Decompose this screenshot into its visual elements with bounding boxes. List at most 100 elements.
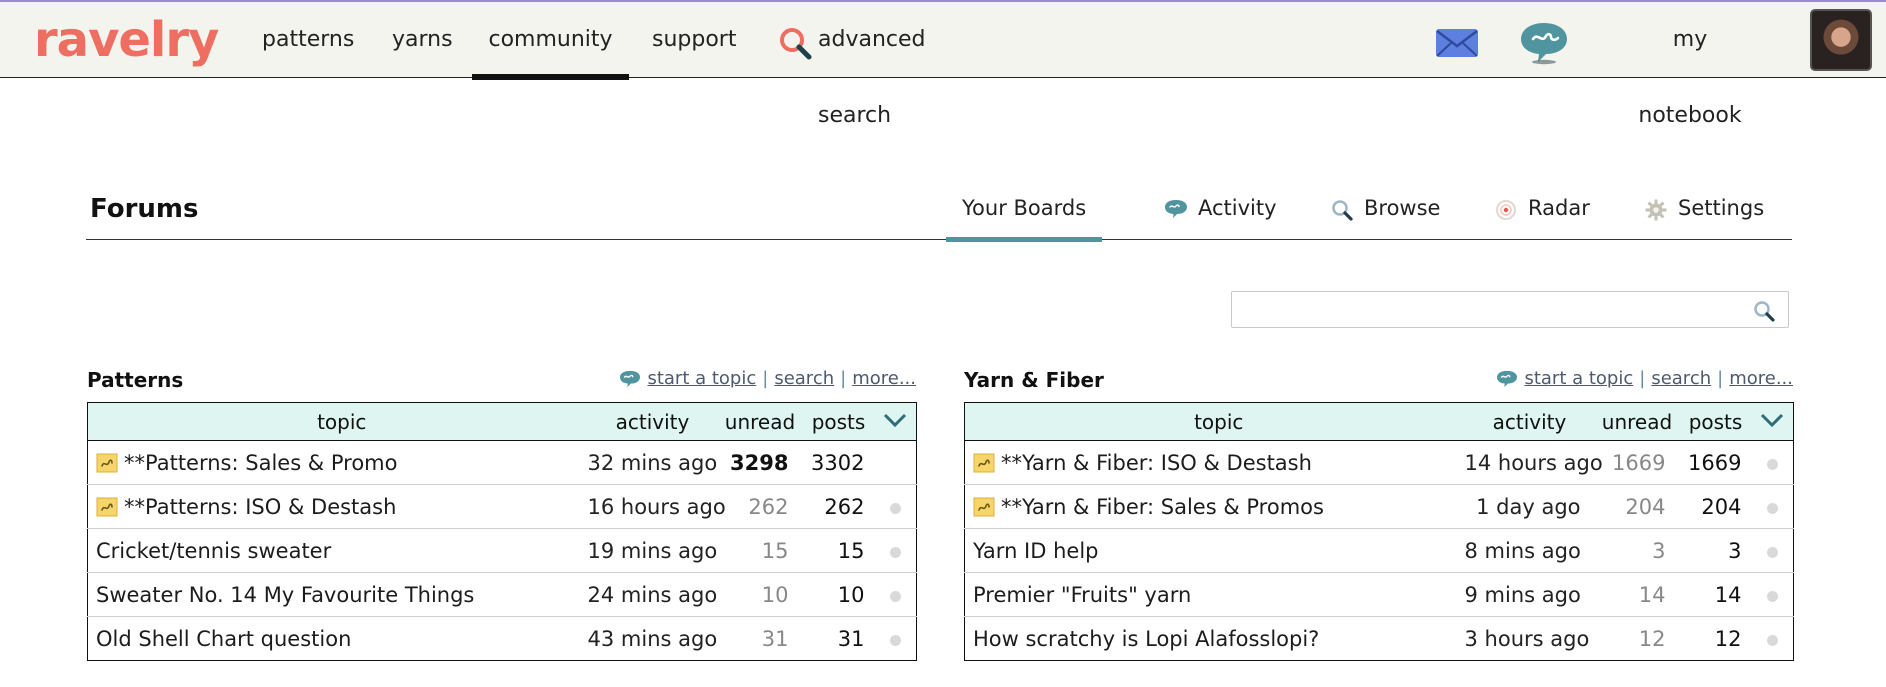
table-row[interactable]: Old Shell Chart question 43 mins ago 31 31 [87,616,917,661]
topic-link[interactable]: Yarn ID help [973,539,1099,563]
unread-count[interactable]: 14 [1594,572,1680,617]
board-title[interactable]: Yarn & Fiber [964,368,1104,392]
read-status-dot[interactable] [1766,546,1778,558]
unread-count[interactable]: 31 [717,616,803,661]
nav-yarns[interactable]: yarns [392,2,453,78]
topic-link[interactable]: Old Shell Chart question [96,627,351,651]
topic-link[interactable]: **Yarn & Fiber: Sales & Promos [1001,495,1324,519]
radar-icon [1496,200,1516,220]
board-header: Yarn & Fiber start a topic | search | more... [964,362,1793,402]
unread-count[interactable]: 262 [717,484,803,529]
forums-header: Forums Your Boards Activity Browse Radar [86,180,1792,242]
forum-chat-icon[interactable] [1518,20,1570,66]
mail-icon[interactable] [1434,26,1480,60]
table-row[interactable]: How scratchy is Lopi Alafosslopi? 3 hours… [964,616,1794,661]
read-marker[interactable] [1751,616,1794,661]
read-status-dot[interactable] [1766,458,1778,470]
sticky-note-icon [973,453,995,472]
read-marker[interactable] [874,572,917,617]
read-marker[interactable] [875,441,917,485]
col-topic-header[interactable]: topic [87,402,588,441]
read-status-dot[interactable] [1766,590,1778,602]
board-search-link[interactable]: search [774,368,834,389]
nav-community[interactable]: community [472,2,629,80]
board-header: Patterns start a topic | search | more... [87,362,916,402]
collapse-toggle[interactable] [1751,402,1794,441]
search-icon[interactable] [1752,299,1776,323]
topic-cell: Premier "Fruits" yarn [964,572,1465,617]
read-marker[interactable] [1751,572,1794,617]
ravelry-logo[interactable]: ravelry [34,10,219,70]
board-title[interactable]: Patterns [87,368,183,392]
forum-search-input[interactable] [1232,292,1732,327]
board-more-link[interactable]: more... [1729,368,1793,389]
unread-count[interactable]: 3298 [718,441,803,485]
unread-count[interactable]: 1669 [1595,441,1680,485]
topic-link[interactable]: Cricket/tennis sweater [96,539,331,563]
read-status-dot[interactable] [1766,502,1778,514]
posts-count: 262 [802,484,875,529]
unread-count[interactable]: 15 [717,528,803,573]
table-row[interactable]: **Yarn & Fiber: ISO & Destash 14 hours ag… [965,441,1794,485]
col-topic-header[interactable]: topic [964,402,1465,441]
search-icon[interactable] [778,26,812,60]
table-row[interactable]: **Patterns: Sales & Promo 32 mins ago 3298… [88,441,917,485]
col-activity-header[interactable]: activity [1464,402,1595,441]
topic-cell: How scratchy is Lopi Alafosslopi? [964,616,1465,661]
nav-support[interactable]: support [652,2,736,78]
nav-patterns[interactable]: patterns [262,2,354,78]
read-marker[interactable] [874,528,917,573]
tab-browse[interactable]: Browse [1330,196,1440,240]
user-avatar[interactable] [1810,9,1872,71]
tab-activity[interactable]: Activity [1164,196,1277,240]
tab-settings[interactable]: Settings [1644,196,1764,240]
read-marker[interactable] [1752,441,1794,485]
board-links: start a topic | search | more... [619,368,916,389]
tab-your-boards[interactable]: Your Boards [945,196,1103,242]
read-marker[interactable] [874,484,917,529]
board-search-link[interactable]: search [1651,368,1711,389]
table-row[interactable]: **Yarn & Fiber: Sales & Promos 1 day ago 2… [964,484,1794,529]
col-unread-header[interactable]: unread [717,402,803,441]
chevron-down-icon[interactable] [1759,411,1785,429]
table-row[interactable]: Premier "Fruits" yarn 9 mins ago 14 14 [964,572,1794,617]
tab-radar[interactable]: Radar [1494,196,1590,240]
unread-count[interactable]: 3 [1594,528,1680,573]
topic-link[interactable]: **Patterns: ISO & Destash [124,495,396,519]
topics-table: topic activity unread posts **Patterns: Sale… [87,402,917,661]
read-status-dot[interactable] [889,634,901,646]
read-status-dot[interactable] [889,546,901,558]
read-marker[interactable] [1751,484,1794,529]
table-row[interactable]: **Patterns: ISO & Destash 16 hours ago 262… [87,484,917,529]
topic-link[interactable]: **Yarn & Fiber: ISO & Destash [1001,451,1312,475]
col-posts-header[interactable]: posts [802,402,875,441]
posts-count: 14 [1679,572,1752,617]
collapse-toggle[interactable] [874,402,917,441]
board-more-link[interactable]: more... [852,368,916,389]
nav-my-notebook[interactable]: my notebook [1622,2,1758,128]
read-status-dot[interactable] [889,590,901,602]
read-status-dot[interactable] [889,502,901,514]
topic-link[interactable]: Sweater No. 14 My Favourite Things [96,583,474,607]
col-posts-header[interactable]: posts [1679,402,1752,441]
col-unread-header[interactable]: unread [1594,402,1680,441]
start-topic-link[interactable]: start a topic [647,368,756,389]
unread-count[interactable]: 204 [1594,484,1680,529]
nav-advanced-search[interactable]: advanced search [818,2,988,128]
start-topic-link[interactable]: start a topic [1524,368,1633,389]
table-row[interactable]: Yarn ID help 8 mins ago 3 3 [964,528,1794,573]
topic-link[interactable]: How scratchy is Lopi Alafosslopi? [973,627,1319,651]
unread-count[interactable]: 12 [1594,616,1680,661]
table-row[interactable]: Cricket/tennis sweater 19 mins ago 15 15 [87,528,917,573]
col-activity-header[interactable]: activity [587,402,718,441]
read-marker[interactable] [1751,528,1794,573]
topic-link[interactable]: **Patterns: Sales & Promo [124,451,397,475]
table-row[interactable]: Sweater No. 14 My Favourite Things 24 min… [87,572,917,617]
read-status-dot[interactable] [1766,634,1778,646]
table-header-row: topic activity unread posts [964,402,1794,441]
unread-count[interactable]: 10 [717,572,803,617]
chevron-down-icon[interactable] [882,411,908,429]
topics-table: topic activity unread posts **Yarn & Fiber: … [964,402,1794,661]
read-marker[interactable] [874,616,917,661]
topic-link[interactable]: Premier "Fruits" yarn [973,583,1191,607]
